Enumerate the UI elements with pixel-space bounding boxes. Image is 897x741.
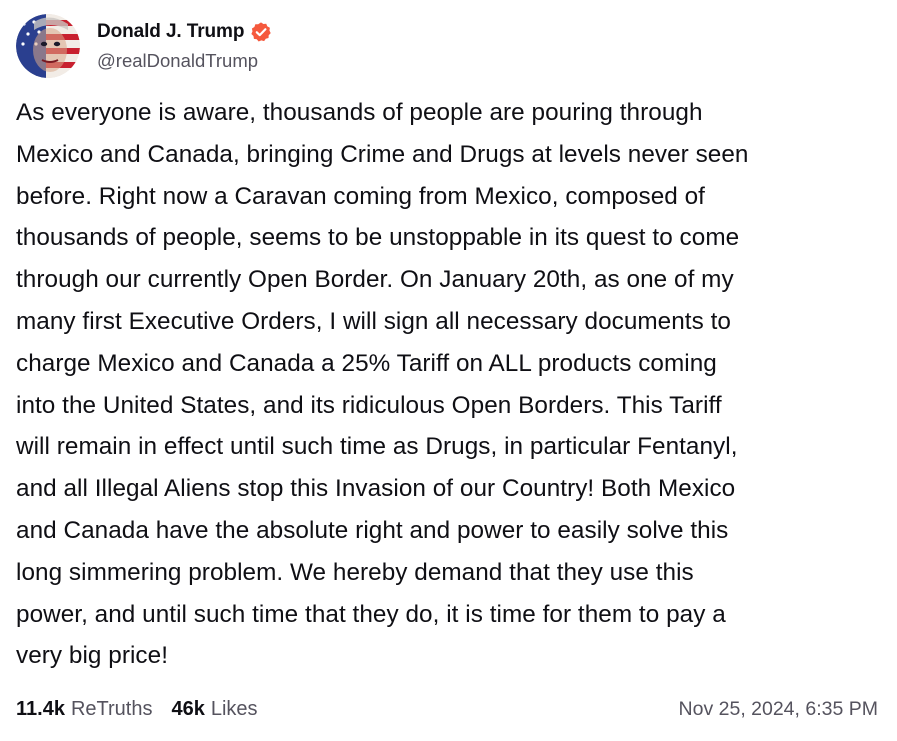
likes-stat[interactable]: 46k Likes bbox=[171, 698, 257, 721]
display-name[interactable]: Donald J. Trump bbox=[97, 21, 244, 43]
truth-post: Donald J. Trump @realDonaldTrump As ever… bbox=[0, 0, 897, 741]
post-footer: 11.4k ReTruths 46k Likes Nov 25, 2024, 6… bbox=[16, 694, 878, 724]
post-body-text: As everyone is aware, thousands of peopl… bbox=[16, 99, 749, 670]
likes-count: 46k bbox=[171, 697, 205, 720]
name-row: Donald J. Trump bbox=[97, 18, 272, 46]
retruths-label: ReTruths bbox=[70, 697, 153, 720]
post-timestamp[interactable]: Nov 25, 2024, 6:35 PM bbox=[679, 698, 878, 721]
verified-badge-icon bbox=[250, 21, 272, 43]
author-info: Donald J. Trump @realDonaldTrump bbox=[97, 18, 272, 72]
flag-portrait-avatar-icon bbox=[16, 14, 80, 78]
avatar[interactable] bbox=[16, 14, 80, 78]
handle[interactable]: @realDonaldTrump bbox=[97, 50, 272, 72]
likes-label: Likes bbox=[210, 697, 258, 720]
retruths-stat[interactable]: 11.4k ReTruths bbox=[16, 698, 152, 721]
post-header: Donald J. Trump @realDonaldTrump bbox=[16, 14, 272, 78]
retruths-count: 11.4k bbox=[16, 697, 65, 720]
